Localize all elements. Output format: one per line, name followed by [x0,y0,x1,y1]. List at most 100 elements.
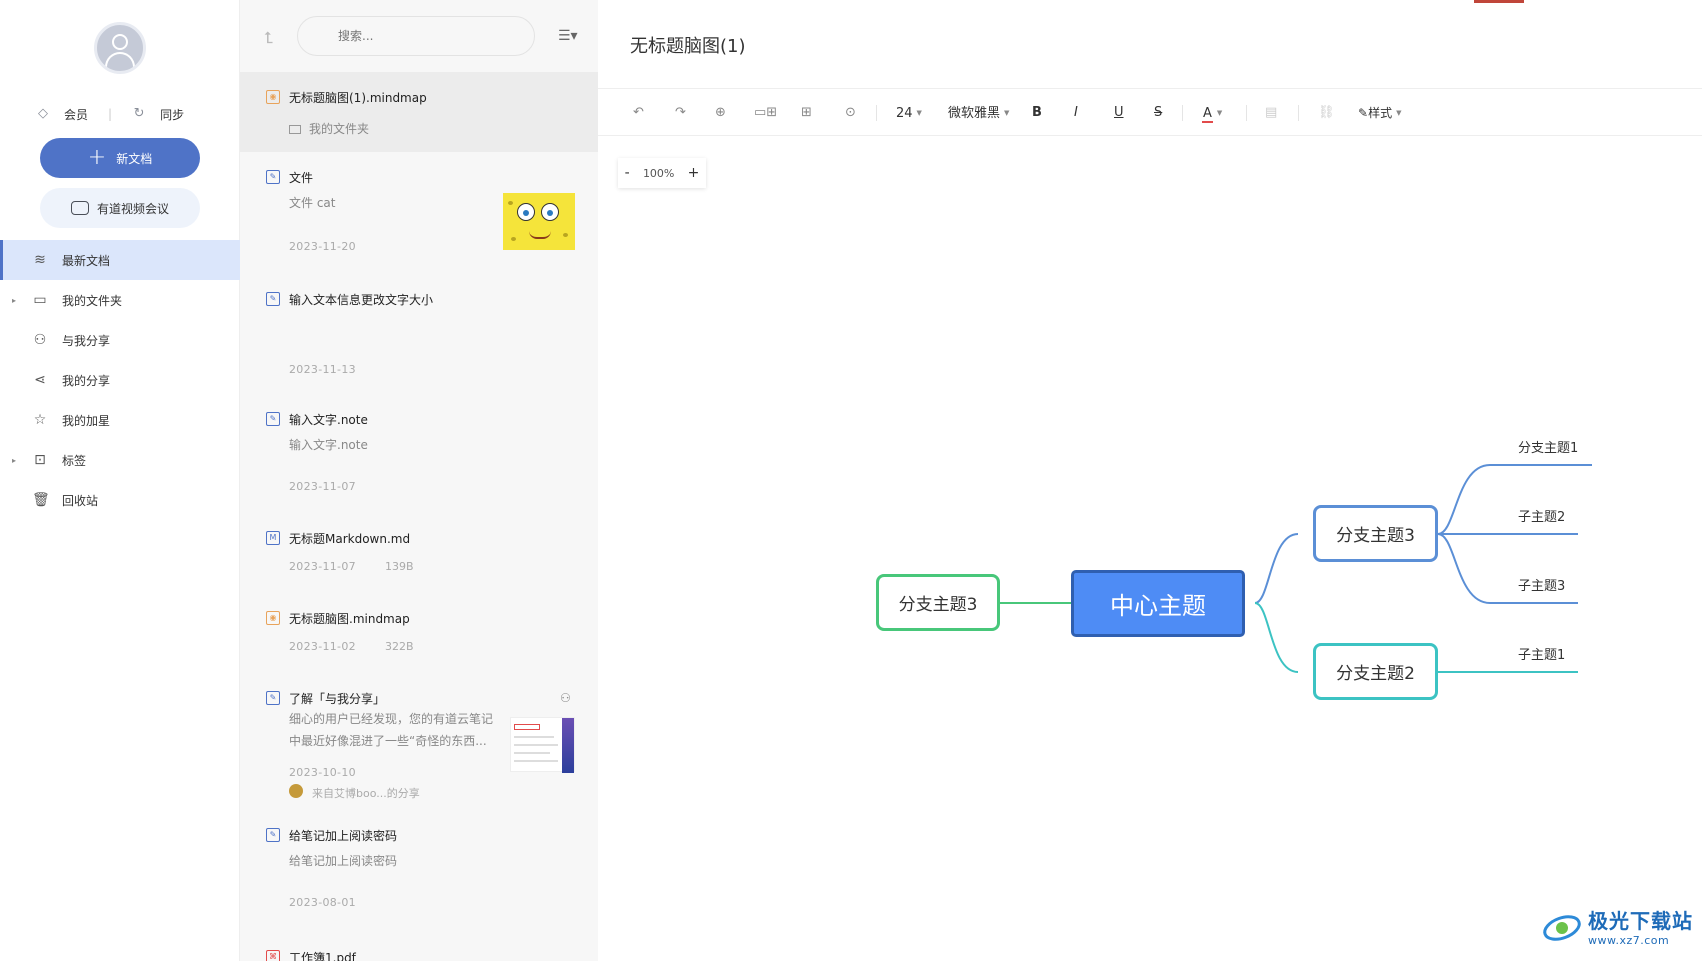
sidebar-item-label: 我的加星 [62,413,111,428]
sync-icon: ↻ [133,106,145,121]
share-icon: ⋖ [34,372,46,388]
watermark-text: 极光下载站 www.xz7.com [1588,905,1693,947]
doc-title: 给笔记加上阅读密码 [289,829,398,843]
account-row: ◇ 会员 | ↻ 同步 [36,104,216,124]
list-item[interactable]: ✎ 给笔记加上阅读密码 给笔记加上阅读密码 2023-08-01 [240,808,598,928]
doc-date: 2023-11-13 [289,363,356,376]
doc-title: 文件 [289,171,314,185]
sidebar-item-starred[interactable]: ☆ 我的加星 [0,400,240,440]
video-meeting-label: 有道视频会议 [96,201,169,216]
note-file-icon: ✎ [266,691,280,705]
user-share-icon: ⚇ [33,332,47,348]
caret-right-icon[interactable]: ▸ [12,296,16,305]
mindmap-canvas[interactable]: 中心主题 分支主题3 分支主题3 分支主题2 分支主题1 子主题2 子主题3 子… [598,0,1702,961]
doc-summary: 细心的用户已经发现，您的有道云笔记中最近好像混进了一些“奇怪的东西... [289,712,494,748]
sidebar-item-my-folders[interactable]: ▸ ▭ 我的文件夹 [0,280,240,320]
mindmap-leaf[interactable]: 子主题2 [1518,506,1565,525]
folder-icon [289,125,301,134]
eye-shape [517,203,535,221]
avatar-body-shape [105,52,135,71]
note-file-icon: ✎ [266,170,280,184]
avatar[interactable] [94,22,146,74]
sidebar: ◇ 会员 | ↻ 同步 + 新文档 有道视频会议 ≋ 最新文档 ▸ ▭ 我的文件… [0,0,240,961]
mindmap-leaf[interactable]: 分支主题1 [1518,437,1578,456]
new-document-button[interactable]: + 新文档 [40,138,200,178]
sidebar-item-label: 我的文件夹 [62,293,123,308]
list-item[interactable]: ◉ 无标题脑图.mindmap 2023-11-02 322B [240,592,598,672]
mindmap-leaf[interactable]: 子主题1 [1518,644,1565,663]
doc-title: 了解「与我分享」 [289,692,386,706]
list-view-icon[interactable]: ☰▾ [558,28,578,44]
markdown-file-icon: M [266,531,280,545]
mindmap-node-right-branch-bottom[interactable]: 分支主题2 [1313,643,1438,700]
sidebar-item-label: 标签 [62,453,87,468]
share-source-label: 来自艾博boo...的分享 [312,787,420,800]
back-up-icon[interactable]: ⮤ [264,28,273,48]
star-icon: ☆ [33,412,47,428]
doc-folder-label: 我的文件夹 [309,122,370,136]
caret-right-icon[interactable]: ▸ [12,456,16,465]
divider: | [108,107,113,121]
sidebar-item-label: 最新文档 [62,253,111,268]
doc-summary: 给笔记加上阅读密码 [289,854,398,868]
camera-icon [70,201,89,215]
doc-date: 2023-11-20 [289,240,356,253]
doc-date: 2023-08-01 [289,896,356,909]
doc-title: 工作簿1.pdf [289,951,356,961]
watermark-line2: www.xz7.com [1588,934,1670,947]
list-item[interactable]: ✎ 输入文本信息更改文字大小 2023-11-13 [240,272,598,392]
list-header: ⮤ ☰▾ [240,0,598,70]
sidebar-item-label: 回收站 [62,493,99,508]
member-link[interactable]: 会员 [64,106,88,123]
watermark-line1: 极光下载站 [1588,909,1693,933]
sidebar-item-my-shares[interactable]: ⋖ 我的分享 [0,360,240,400]
document-list-panel: ⮤ ☰▾ ◉ 无标题脑图(1).mindmap 我的文件夹 ✎ 文件 文件 ca… [240,0,598,961]
diamond-icon: ◇ [38,106,48,121]
doc-title: 输入文本信息更改文字大小 [289,293,434,307]
mouth-shape [529,231,551,239]
mindmap-editor: 无标题脑图(1) ↶ ↷ ⊕ ▭⊞ ⊞ ⊙ 24 ▼ 微软雅黑 ▼ B I U S … [598,0,1702,961]
mindmap-leaf[interactable]: 子主题3 [1518,575,1565,594]
tag-icon: ⊡ [34,452,46,468]
search-input[interactable] [297,16,535,56]
watermark-logo-icon [1540,908,1584,944]
mindmap-node-right-branch-top[interactable]: 分支主题3 [1313,505,1438,562]
new-document-label: 新文档 [116,151,153,166]
mindmap-file-icon: ◉ [266,90,280,104]
sidebar-item-trash[interactable]: 🗑 回收站 [0,480,240,520]
list-item[interactable]: ✎ 输入文字.note 输入文字.note 2023-11-07 [240,392,598,512]
shared-user-icon: ⚇ [560,691,571,705]
video-meeting-button[interactable]: 有道视频会议 [40,188,200,228]
doc-summary: 文件 cat [289,196,336,210]
sidebar-item-shared-with-me[interactable]: ⚇ 与我分享 [0,320,240,360]
mindmap-node-center[interactable]: 中心主题 [1071,570,1245,637]
doc-folder: 我的文件夹 [289,120,369,137]
note-file-icon: ✎ [266,412,280,426]
mindmap-node-left-branch[interactable]: 分支主题3 [876,574,1000,631]
mindmap-file-icon: ◉ [266,611,280,625]
sharer-avatar [289,784,303,798]
list-item[interactable]: ◉ 无标题脑图(1).mindmap 我的文件夹 [240,72,598,152]
doc-date: 2023-11-07 [289,480,356,493]
doc-summary: 输入文字.note [289,438,368,452]
list-item[interactable]: ⌘ 工作簿1.pdf [240,930,598,961]
sidebar-nav: ≋ 最新文档 ▸ ▭ 我的文件夹 ⚇ 与我分享 ⋖ 我的分享 ☆ 我的加星 ▸ … [0,240,240,520]
doc-title: 无标题脑图(1).mindmap [289,91,427,105]
folder-icon: ▭ [33,292,47,308]
doc-title: 无标题脑图.mindmap [289,612,410,626]
avatar-head-shape [112,34,128,50]
sidebar-item-label: 我的分享 [62,373,111,388]
doc-title: 输入文字.note [289,413,368,427]
doc-size: 322B [385,640,414,653]
plus-icon: + [87,145,107,170]
pdf-file-icon: ⌘ [266,950,280,961]
trash-icon: 🗑 [32,492,50,508]
sidebar-item-recent[interactable]: ≋ 最新文档 [0,240,240,280]
sync-link[interactable]: 同步 [160,106,184,123]
doc-size: 139B [385,560,414,573]
note-file-icon: ✎ [266,292,280,306]
sidebar-item-label: 与我分享 [62,333,111,348]
list-item[interactable]: M 无标题Markdown.md 2023-11-07 139B [240,512,598,592]
shared-doc-thumbnail-image [510,717,575,773]
sidebar-item-tags[interactable]: ▸ ⊡ 标签 [0,440,240,480]
